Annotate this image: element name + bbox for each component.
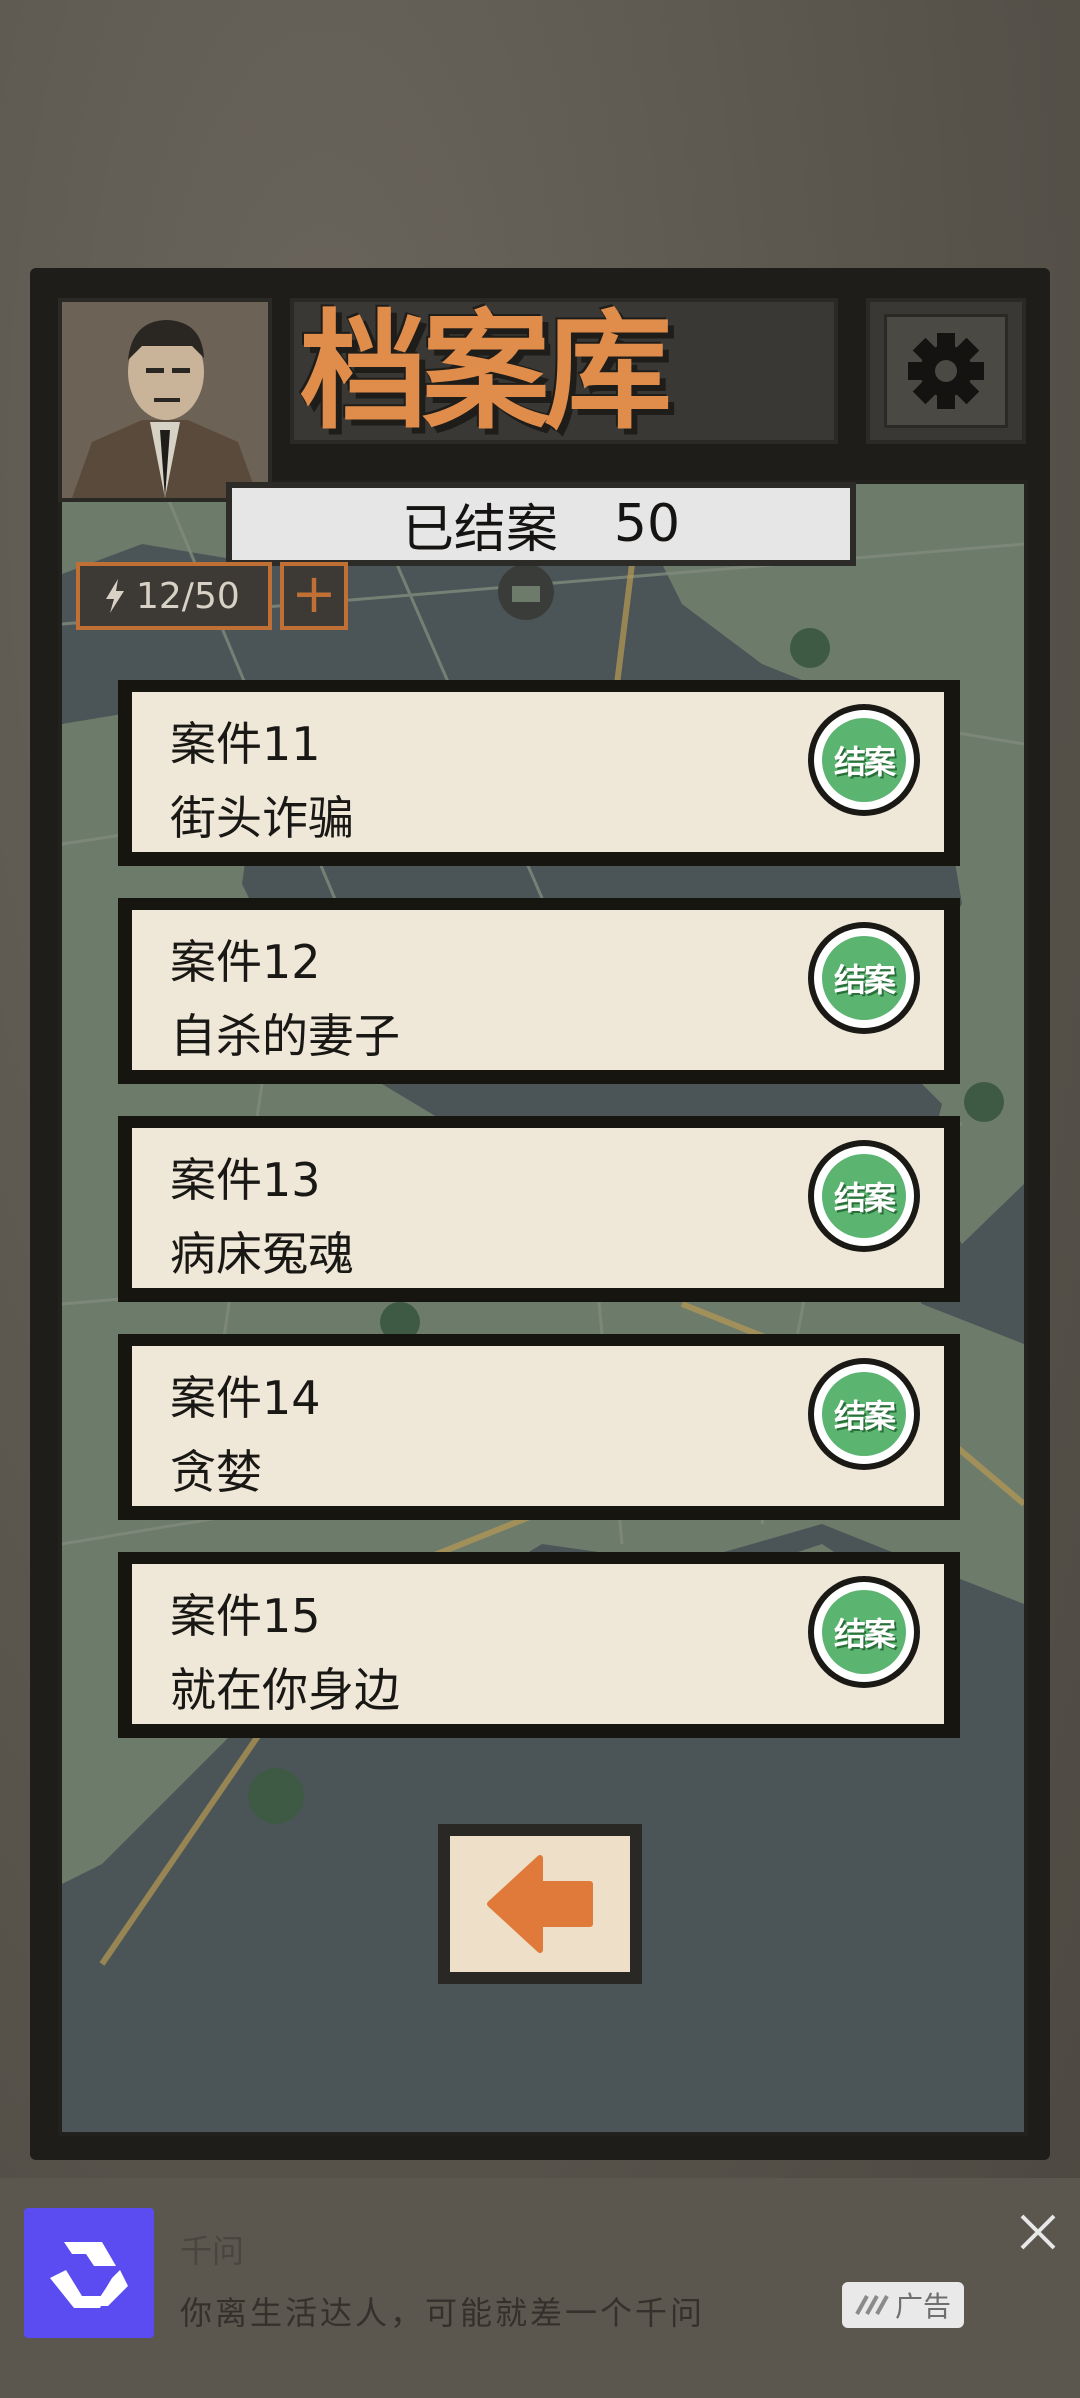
case-number: 案件11 <box>170 717 321 771</box>
case-number: 案件12 <box>170 935 321 989</box>
case-name: 病床冤魂 <box>170 1227 354 1281</box>
add-energy-button[interactable]: + <box>280 562 348 630</box>
ad-description: 你离生活达人，可能就差一个千问 <box>180 2294 706 2332</box>
page-title: 档案库 <box>300 298 672 447</box>
case-name: 贪婪 <box>170 1445 262 1499</box>
case-closed-stamp[interactable]: 结案 <box>808 1358 920 1470</box>
case-card-13[interactable]: 案件13 病床冤魂 结案 <box>118 1116 960 1302</box>
closed-label: 已结案 <box>401 499 558 560</box>
case-number: 案件15 <box>170 1589 321 1643</box>
case-number: 案件14 <box>170 1371 321 1425</box>
case-card-15[interactable]: 案件15 就在你身边 结案 <box>118 1552 960 1738</box>
case-name: 自杀的妻子 <box>170 1009 400 1063</box>
case-name: 街头诈骗 <box>170 791 354 845</box>
settings-button[interactable] <box>866 298 1026 444</box>
detective-portrait <box>58 298 272 502</box>
ad-banner[interactable]: 千问 你离生活达人，可能就差一个千问 广告 <box>0 2178 1080 2398</box>
case-name: 就在你身边 <box>170 1663 400 1717</box>
energy-value: 12/50 <box>136 575 240 617</box>
gear-icon <box>908 333 984 409</box>
stamp-label: 结案 <box>833 743 896 781</box>
lightning-icon <box>106 579 124 613</box>
case-card-14[interactable]: 案件14 贪婪 结案 <box>118 1334 960 1520</box>
stamp-label: 结案 <box>833 1615 896 1653</box>
case-closed-stamp[interactable]: 结案 <box>808 1576 920 1688</box>
case-number: 案件13 <box>170 1153 321 1207</box>
case-closed-stamp[interactable]: 结案 <box>808 1140 920 1252</box>
ad-app-name: 千问 <box>180 2232 245 2270</box>
closed-count: 50 <box>613 494 681 554</box>
ad-tag-label: 广告 <box>894 2290 951 2323</box>
ad-mark-icon <box>855 2295 889 2315</box>
back-arrow-icon <box>487 1855 593 1953</box>
app-logo-icon <box>24 2208 154 2338</box>
case-card-11[interactable]: 案件11 街头诈骗 结案 <box>118 680 960 866</box>
energy-counter: 12/50 <box>76 562 272 630</box>
ad-tag: 广告 <box>842 2282 964 2328</box>
stamp-label: 结案 <box>833 1179 896 1217</box>
stamp-label: 结案 <box>833 961 896 999</box>
case-closed-stamp[interactable]: 结案 <box>808 922 920 1034</box>
stamp-label: 结案 <box>833 1397 896 1435</box>
case-card-12[interactable]: 案件12 自杀的妻子 结案 <box>118 898 960 1084</box>
case-closed-stamp[interactable]: 结案 <box>808 704 920 816</box>
close-icon <box>1020 2214 1056 2250</box>
closed-cases-banner: 已结案 50 <box>226 482 856 566</box>
back-button[interactable] <box>438 1824 642 1984</box>
ad-close-button[interactable] <box>1014 2208 1062 2256</box>
